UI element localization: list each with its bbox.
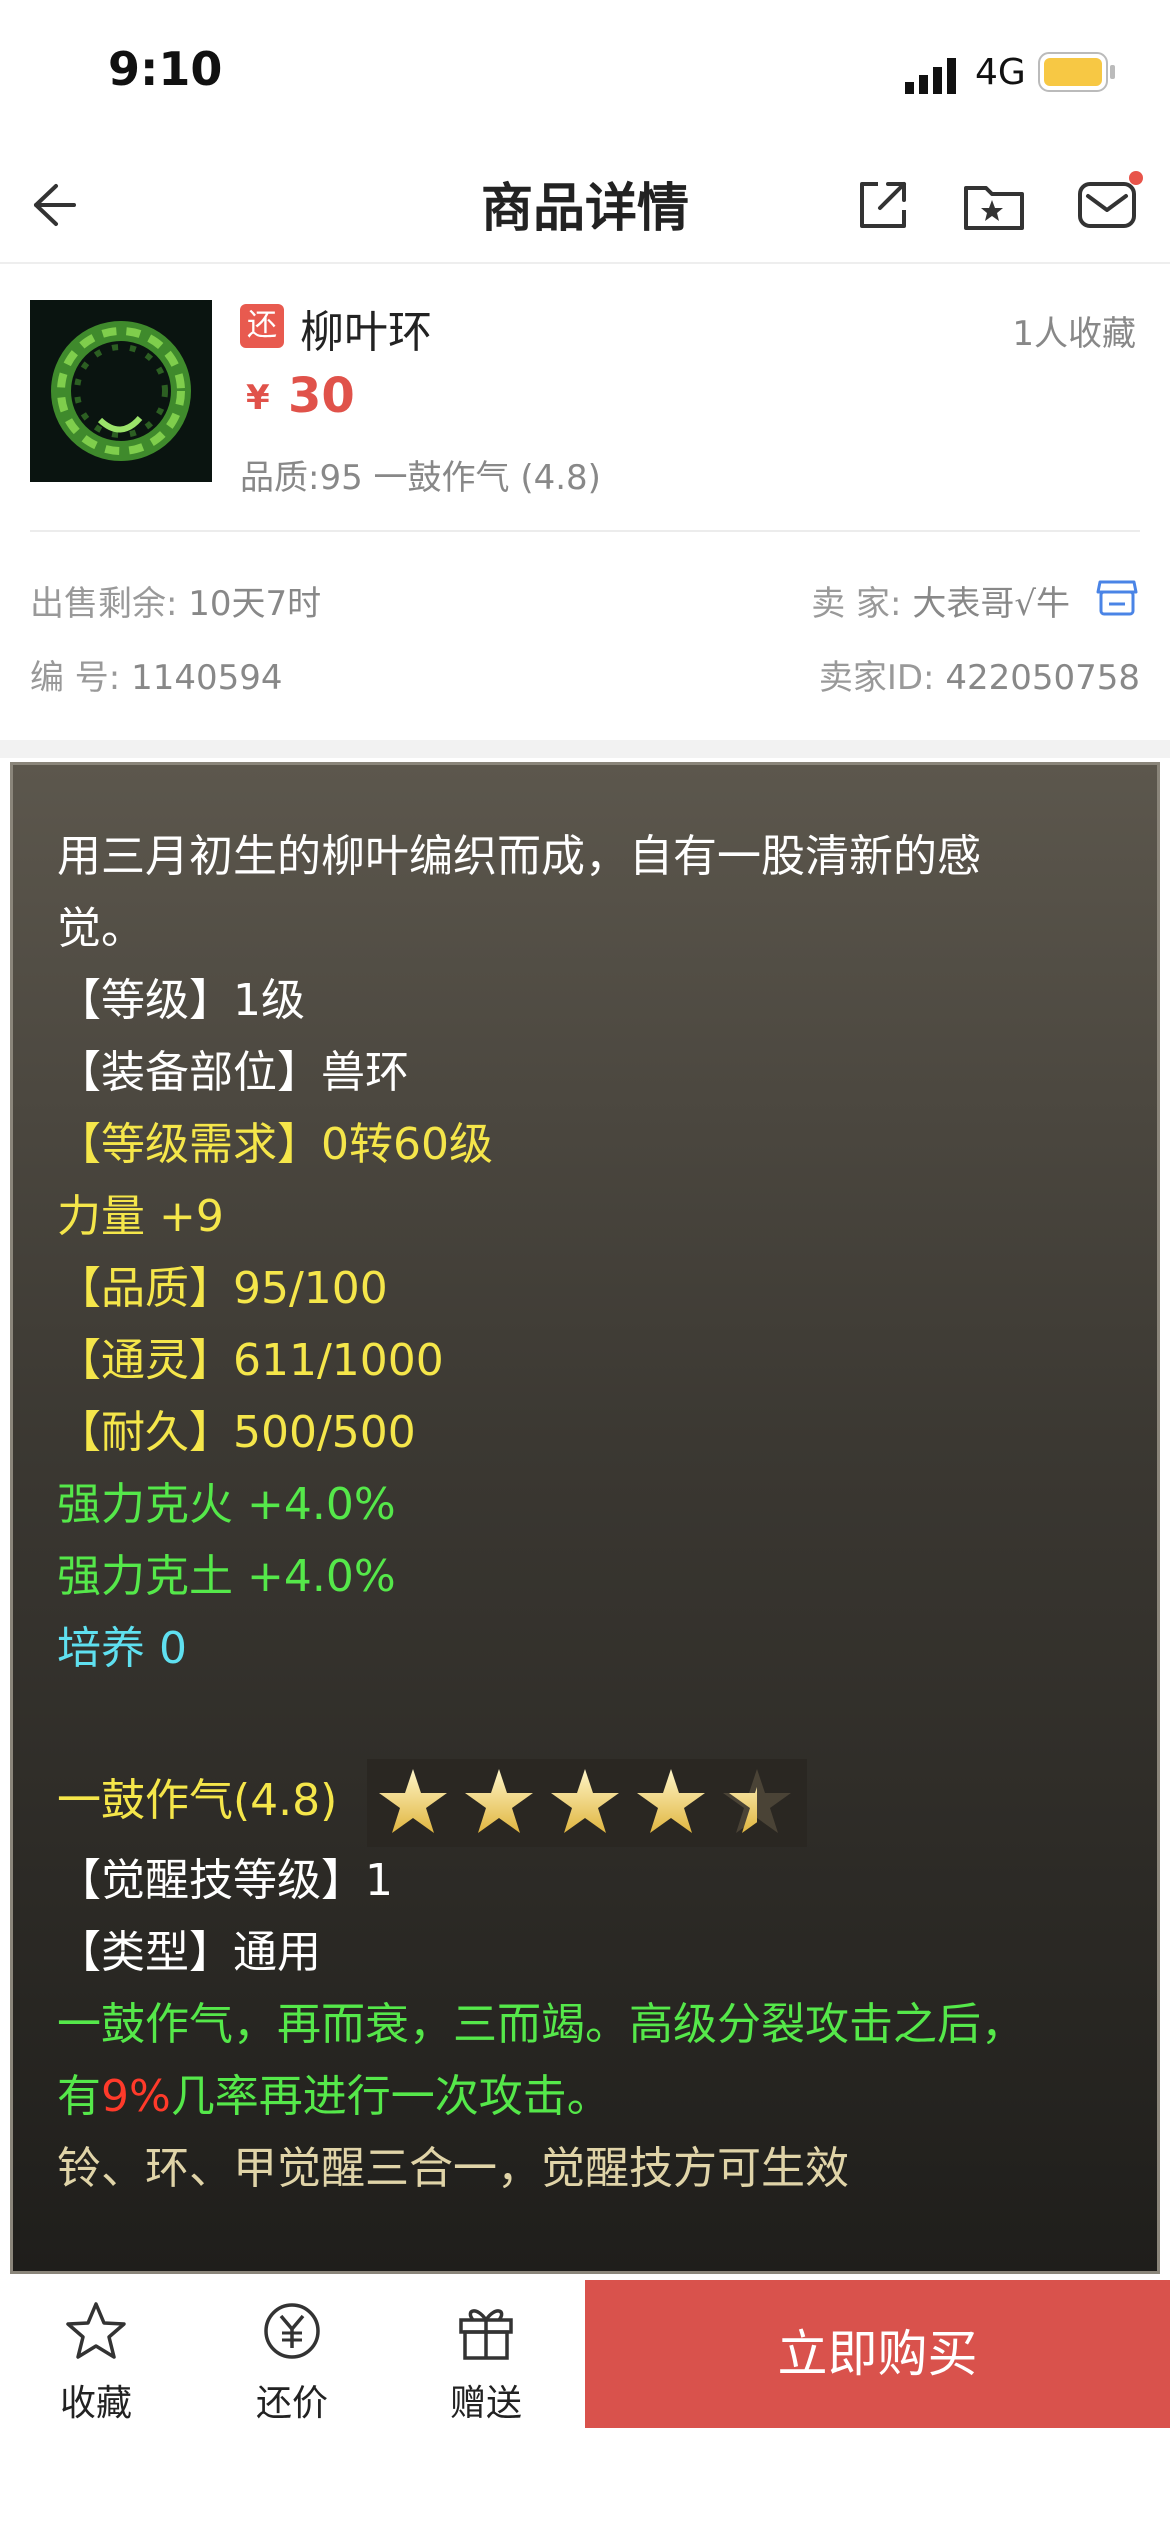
seller-label: 卖 家: (811, 584, 902, 624)
awaken-skill-effect: 一鼓作气，再而衰，三而竭。高级分裂攻击之后， (57, 1999, 1025, 2050)
signal-icon (905, 58, 956, 94)
favorite-count: 1人收藏 (1012, 314, 1136, 354)
item-level-requirement: 【等级需求】0转60级 (57, 1119, 493, 1170)
awaken-skill-type: 【类型】通用 (57, 1927, 321, 1978)
item-earth-resist: 强力克土 +4.0% (57, 1551, 396, 1602)
seller-name[interactable]: 大表哥√牛 (912, 584, 1070, 624)
item-description: 用三月初生的柳叶编织而成，自有一股清新的感 (57, 831, 981, 882)
favorite-folder-icon[interactable] (960, 170, 1030, 240)
seller-id: 卖家ID: 422050758 (819, 650, 1140, 699)
item-fire-resist: 强力克火 +4.0% (57, 1479, 396, 1530)
gift-button[interactable]: 赠送 (406, 2298, 566, 2426)
share-icon[interactable] (848, 170, 918, 240)
network-type: 4G (975, 52, 1026, 93)
sale-remaining: 出售剩余: 10天7时 (30, 576, 321, 625)
status-bar: 9:10 4G (0, 0, 1170, 140)
favorite-label: 收藏 (59, 2383, 132, 2424)
sale-remaining-value: 10天7时 (188, 584, 322, 624)
battery-icon (1038, 52, 1115, 92)
effect-text-b: 几率再进行一次攻击。 (170, 2071, 611, 2122)
star-outline-icon (66, 2302, 126, 2359)
seller: 卖 家: 大表哥√牛 (811, 576, 1070, 625)
item-description-cont: 觉。 (57, 903, 145, 954)
awaken-skill-level: 【觉醒技等级】1 (57, 1855, 393, 1906)
product-card: 还 柳叶环 1人收藏 ¥ 30 品质:95 一鼓作气 (4.8) 出售剩余: 1… (0, 266, 1170, 746)
item-training: 培养 0 (57, 1623, 187, 1674)
item-slot: 【装备部位】兽环 (57, 1047, 409, 1098)
star-icon (637, 1769, 706, 1833)
awaken-skill-effect-cont: 有9%几率再进行一次攻击。 (57, 2061, 1137, 2133)
status-time: 9:10 (108, 42, 223, 96)
yuan-coin-icon (264, 2303, 320, 2359)
item-detail-panel: 用三月初生的柳叶编织而成，自有一股清新的感 觉。 【等级】1级 【装备部位】兽环… (10, 762, 1160, 2274)
star-icon (379, 1769, 448, 1833)
product-name: 柳叶环 (300, 307, 432, 358)
item-quality: 【品质】95/100 (57, 1263, 388, 1314)
seller-id-value: 422050758 (945, 658, 1140, 698)
product-image (30, 300, 212, 482)
gift-icon (459, 2309, 513, 2360)
item-durability: 【耐久】500/500 (57, 1407, 416, 1458)
shop-icon[interactable] (1096, 578, 1138, 618)
buy-now-button[interactable]: 立即购买 (585, 2280, 1170, 2428)
effect-chance: 9% (101, 2071, 171, 2122)
seller-id-label: 卖家ID: (818, 658, 935, 698)
awaken-skill-name: 一鼓作气(4.8) (57, 1775, 338, 1826)
bargain-label: 还价 (255, 2383, 328, 2424)
gift-label: 赠送 (449, 2383, 522, 2424)
sale-remaining-label: 出售剩余: (30, 584, 178, 624)
item-number: 编 号: 1140594 (30, 650, 283, 699)
item-number-value: 1140594 (131, 658, 283, 698)
star-rating (367, 1759, 808, 1847)
product-quality: 品质:95 一鼓作气 (4.8) (240, 458, 601, 498)
bargain-badge: 还 (240, 304, 284, 348)
star-icon (465, 1769, 534, 1833)
item-level: 【等级】1级 (57, 975, 305, 1026)
effect-text-a: 有 (57, 2071, 101, 2122)
section-gap (0, 740, 1170, 758)
star-icon (551, 1769, 620, 1833)
price-currency: ¥ (246, 378, 270, 418)
awaken-note: 铃、环、甲觉醒三合一，觉醒技方可生效 (57, 2143, 849, 2194)
nav-bar: 商品详情 (0, 140, 1170, 264)
product-price: 30 (288, 368, 355, 424)
bargain-button[interactable]: 还价 (212, 2298, 372, 2426)
item-strength: 力量 +9 (57, 1191, 224, 1242)
awaken-skill-row: 一鼓作气(4.8) (57, 1757, 1137, 1847)
item-number-label: 编 号: (30, 658, 121, 698)
half-star-icon (723, 1769, 792, 1833)
message-icon[interactable] (1074, 170, 1144, 240)
favorite-button[interactable]: 收藏 (16, 2298, 176, 2426)
item-spirit: 【通灵】611/1000 (57, 1335, 444, 1386)
divider (30, 530, 1140, 532)
